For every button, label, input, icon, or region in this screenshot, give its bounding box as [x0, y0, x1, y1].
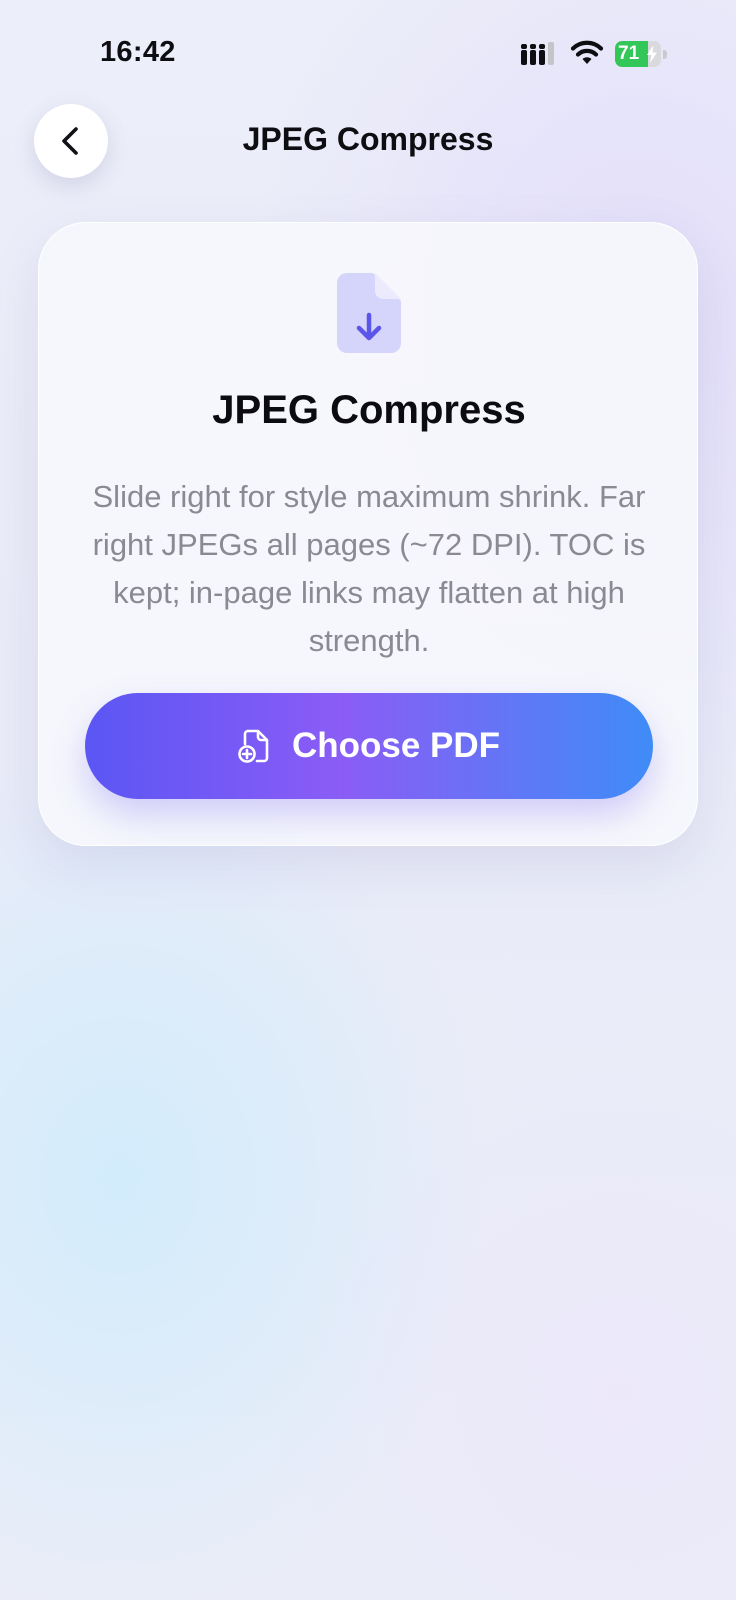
- cellular-signal-icon: [521, 42, 554, 65]
- status-bar: 16:42 71: [0, 0, 736, 100]
- document-add-icon: [238, 729, 269, 763]
- compress-card: JPEG Compress Slide right for style maxi…: [38, 222, 698, 846]
- wifi-icon: [570, 40, 604, 64]
- choose-pdf-label: Choose PDF: [291, 726, 501, 765]
- card-description: Slide right for style maximum shrink. Fa…: [92, 479, 646, 658]
- charging-bolt-icon: [647, 45, 657, 63]
- status-time: 16:42: [100, 36, 176, 68]
- battery-indicator: 71: [615, 41, 667, 67]
- page-title: JPEG Compress: [242, 121, 494, 157]
- card-title: JPEG Compress: [212, 388, 526, 432]
- battery-level-text: 71: [618, 43, 640, 64]
- document-download-icon: [337, 273, 401, 353]
- choose-pdf-button[interactable]: Choose PDF: [85, 693, 653, 799]
